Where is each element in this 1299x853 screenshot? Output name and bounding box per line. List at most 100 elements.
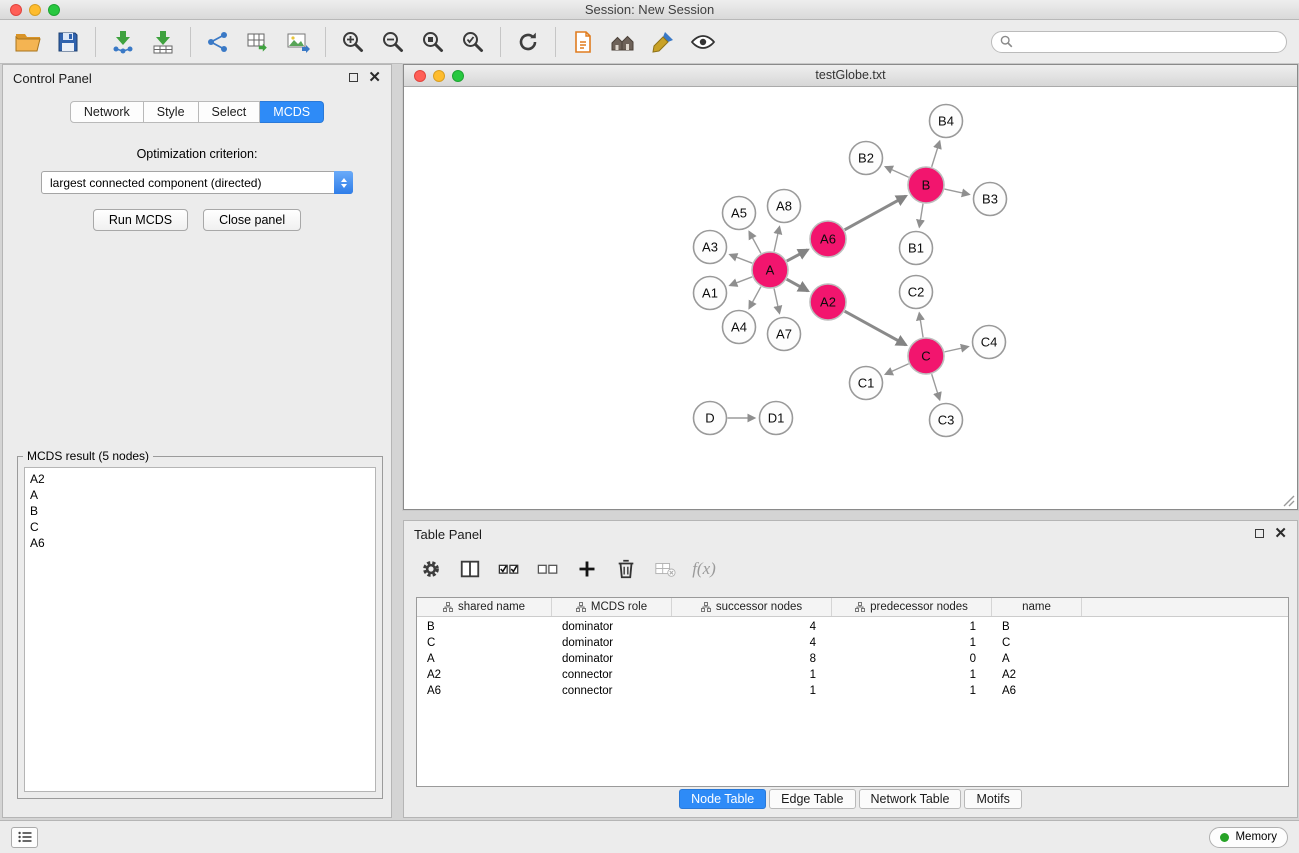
column-header-shared-name[interactable]: shared name (417, 598, 552, 616)
home-button[interactable] (603, 23, 643, 61)
zoom-in-button[interactable] (333, 23, 373, 61)
edge-A6-B[interactable] (845, 196, 906, 230)
edge-B-B4[interactable] (932, 142, 940, 167)
mcds-result-item[interactable]: A (30, 487, 370, 503)
show-panels-button[interactable] (11, 827, 38, 848)
add-column-button[interactable] (572, 554, 602, 584)
column-header-name[interactable]: name (992, 598, 1082, 616)
memory-button[interactable]: Memory (1209, 827, 1288, 848)
tab-network[interactable]: Network (70, 101, 144, 123)
tab-select[interactable]: Select (199, 101, 261, 123)
node-B4[interactable]: B4 (930, 105, 963, 138)
edge-B-B2[interactable] (886, 167, 909, 177)
node-C2[interactable]: C2 (900, 276, 933, 309)
zoom-out-button[interactable] (373, 23, 413, 61)
node-A5[interactable]: A5 (723, 197, 756, 230)
edge-C-C3[interactable] (932, 374, 940, 399)
edge-A-A6[interactable] (787, 250, 808, 261)
float-table-panel-icon[interactable] (1255, 529, 1264, 538)
refresh-button[interactable] (508, 23, 548, 61)
edge-B-B1[interactable] (919, 204, 923, 227)
close-panel-button[interactable]: Close panel (203, 209, 301, 231)
network-minimize-icon[interactable] (433, 70, 445, 82)
node-B1[interactable]: B1 (900, 232, 933, 265)
column-header-predecessor-nodes[interactable]: predecessor nodes (832, 598, 992, 616)
node-A8[interactable]: A8 (768, 190, 801, 223)
minimize-window-icon[interactable] (29, 4, 41, 16)
document-button[interactable] (563, 23, 603, 61)
export-image-button[interactable] (278, 23, 318, 61)
network-canvas[interactable]: B4B2BB3A5A8A6A3B1AA1C2A2A4A7CC4C1C3DD1 (404, 87, 1297, 509)
table-row[interactable]: Cdominator41C (417, 635, 1288, 651)
paint-style-button[interactable] (643, 23, 683, 61)
tab-network-table[interactable]: Network Table (859, 789, 962, 809)
window-titlebar[interactable]: Session: New Session (0, 0, 1299, 20)
node-A7[interactable]: A7 (768, 318, 801, 351)
column-header-mcds-role[interactable]: MCDS role (552, 598, 672, 616)
edge-A-A5[interactable] (749, 232, 761, 253)
node-C[interactable]: C (908, 338, 944, 374)
node-B[interactable]: B (908, 167, 944, 203)
node-A2[interactable]: A2 (810, 284, 846, 320)
edge-A-A1[interactable] (730, 277, 752, 286)
edge-A-A2[interactable] (787, 279, 808, 291)
import-network-button[interactable] (103, 23, 143, 61)
node-B3[interactable]: B3 (974, 183, 1007, 216)
node-D1[interactable]: D1 (760, 402, 793, 435)
close-table-panel-icon[interactable]: ✕ (1274, 528, 1287, 539)
node-A3[interactable]: A3 (694, 231, 727, 264)
edge-C-C4[interactable] (945, 347, 968, 352)
edge-A-A7[interactable] (774, 289, 779, 313)
search-box[interactable] (991, 31, 1287, 53)
edge-B-B3[interactable] (945, 189, 969, 194)
optimization-criterion-select[interactable]: largest connected component (directed) (41, 171, 353, 194)
node-A6[interactable]: A6 (810, 221, 846, 257)
mcds-result-list[interactable]: A2ABCA6 (24, 467, 376, 792)
edge-A-A4[interactable] (749, 287, 761, 308)
tab-mcds[interactable]: MCDS (260, 101, 324, 123)
table-row[interactable]: Bdominator41B (417, 619, 1288, 635)
tab-edge-table[interactable]: Edge Table (769, 789, 855, 809)
zoom-selected-button[interactable] (453, 23, 493, 61)
network-window-titlebar[interactable]: testGlobe.txt (404, 65, 1297, 87)
export-table-button[interactable] (238, 23, 278, 61)
node-B2[interactable]: B2 (850, 142, 883, 175)
float-panel-icon[interactable] (349, 73, 358, 82)
new-network-button[interactable] (198, 23, 238, 61)
show-hide-button[interactable] (683, 23, 723, 61)
close-window-icon[interactable] (10, 4, 22, 16)
zoom-window-icon[interactable] (48, 4, 60, 16)
zoom-fit-button[interactable] (413, 23, 453, 61)
node-C4[interactable]: C4 (973, 326, 1006, 359)
node-C1[interactable]: C1 (850, 367, 883, 400)
column-header-successor-nodes[interactable]: successor nodes (672, 598, 832, 616)
node-C3[interactable]: C3 (930, 404, 963, 437)
delete-table-button[interactable] (650, 554, 680, 584)
function-builder-button[interactable]: f(x) (689, 554, 719, 584)
edge-A2-C[interactable] (845, 311, 906, 345)
tab-node-table[interactable]: Node Table (679, 789, 766, 809)
tab-motifs[interactable]: Motifs (964, 789, 1021, 809)
table-settings-button[interactable] (416, 554, 446, 584)
table-row[interactable]: A2connector11A2 (417, 667, 1288, 683)
mcds-result-item[interactable]: C (30, 519, 370, 535)
mcds-result-item[interactable]: A6 (30, 535, 370, 551)
delete-column-button[interactable] (611, 554, 641, 584)
network-close-icon[interactable] (414, 70, 426, 82)
resize-grip[interactable] (1283, 495, 1295, 507)
table-row[interactable]: A6connector11A6 (417, 683, 1288, 699)
table-row[interactable]: Adominator80A (417, 651, 1288, 667)
run-mcds-button[interactable]: Run MCDS (93, 209, 188, 231)
edge-C-C2[interactable] (919, 313, 923, 337)
node-D[interactable]: D (694, 402, 727, 435)
mcds-result-item[interactable]: B (30, 503, 370, 519)
network-zoom-icon[interactable] (452, 70, 464, 82)
deselect-all-button[interactable] (533, 554, 563, 584)
tab-style[interactable]: Style (144, 101, 199, 123)
select-all-button[interactable] (494, 554, 524, 584)
save-session-button[interactable] (48, 23, 88, 61)
open-file-button[interactable] (8, 23, 48, 61)
mcds-result-item[interactable]: A2 (30, 471, 370, 487)
edge-A-A3[interactable] (730, 255, 752, 264)
close-panel-icon[interactable]: ✕ (368, 72, 381, 83)
